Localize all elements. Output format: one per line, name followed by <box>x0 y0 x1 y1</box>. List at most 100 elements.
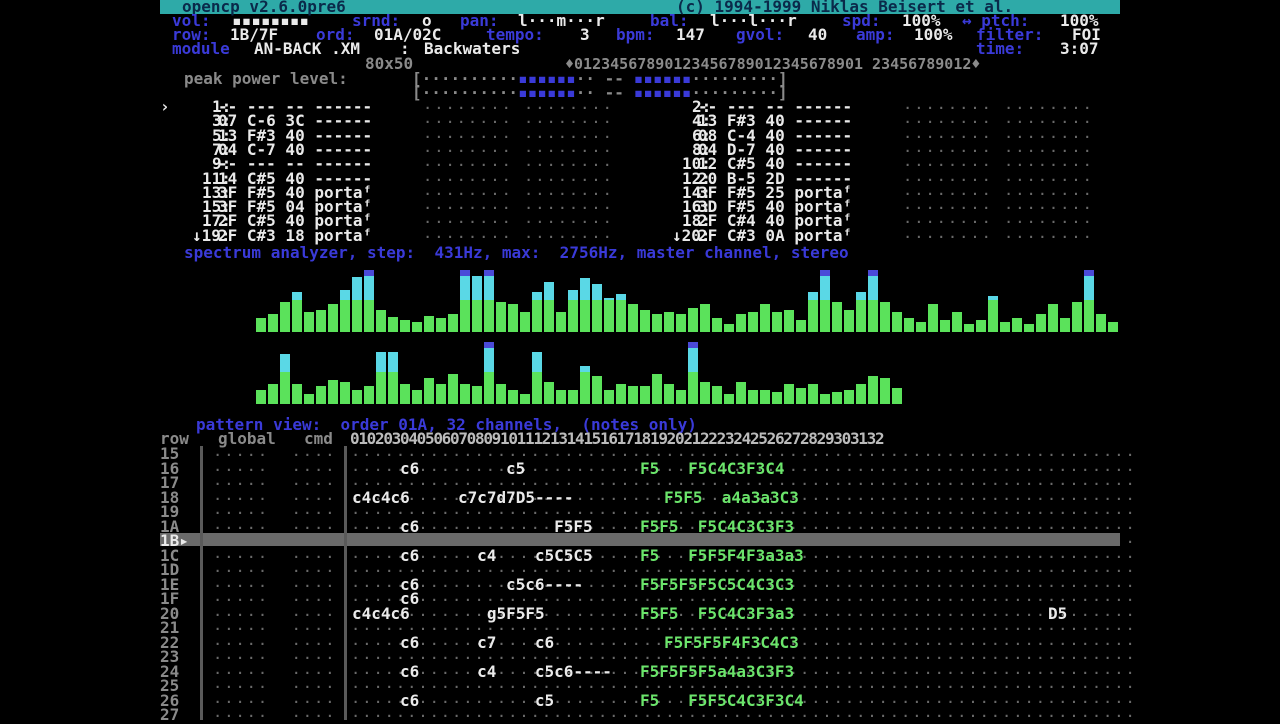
spectrum-bar <box>676 332 686 404</box>
spectrum-bar <box>364 332 374 404</box>
spectrum-bar <box>820 332 830 404</box>
global-dots: ····· ···· <box>214 564 338 578</box>
spectrum-bar <box>976 262 986 332</box>
spectrum-bar <box>892 262 902 332</box>
channel-peak-dots: ········ ········ <box>424 101 615 115</box>
spectrum-bar <box>376 262 386 332</box>
spectrum-bar <box>652 262 662 332</box>
spectrum-bar <box>688 262 698 332</box>
spectrum-bar <box>268 332 278 404</box>
spectrum-bar <box>760 332 770 404</box>
spectrum-bar <box>400 332 410 404</box>
amp-label: amp: <box>856 25 895 44</box>
channel-cursor-icon: › <box>160 97 170 116</box>
pattern-notes-white: c4c4c6 c7c7d7D5---- <box>352 487 574 507</box>
spectrum-bar <box>352 332 362 404</box>
channel-peak-dots: ········ ········ <box>904 143 1095 158</box>
spectrum-bar <box>496 262 506 332</box>
spectrum-bar <box>616 262 626 332</box>
spectrum-bar <box>388 332 398 404</box>
spectrum-right <box>250 332 1030 404</box>
channel-peak-dots: ········ ········ <box>424 201 615 216</box>
spectrum-bar <box>592 262 602 332</box>
divider <box>200 446 203 720</box>
pattern-notes-white: c6 c7 c6 <box>400 632 555 652</box>
spectrum-bar <box>724 262 734 332</box>
spectrum-bar <box>568 332 578 404</box>
spectrum-bar <box>436 262 446 332</box>
time-value: 3:07 <box>1060 39 1099 58</box>
global-dots: ····· ···· <box>214 477 338 491</box>
spectrum-bar <box>760 262 770 332</box>
divider <box>344 446 347 720</box>
channel-peak-dots: ········ ········ <box>904 172 1095 187</box>
pattern-header-cmd: cmd <box>304 429 333 448</box>
global-dots: ····· ···· <box>214 651 338 665</box>
spectrum-bar <box>712 332 722 404</box>
channel-status[interactable]: 2F C#3 0A portaᶠ <box>698 227 852 243</box>
spectrum-bar <box>508 332 518 404</box>
spectrum-bar <box>568 262 578 332</box>
spectrum-bar <box>472 332 482 404</box>
spectrum-bar <box>880 262 890 332</box>
spectrum-bar <box>640 332 650 404</box>
spectrum-bar <box>784 262 794 332</box>
pattern-notes-green: F5F5 F5C4C3F3a3 <box>640 603 795 623</box>
spectrum-bar <box>808 262 818 332</box>
spectrum-bar <box>448 332 458 404</box>
spectrum-bar <box>868 332 878 404</box>
spectrum-bar <box>844 262 854 332</box>
bpm-value: 147 <box>676 25 705 44</box>
spectrum-bar <box>676 262 686 332</box>
spectrum-bar <box>460 332 470 404</box>
pattern-note-extra: D5 <box>1048 603 1068 623</box>
spectrum-bar <box>1024 262 1034 332</box>
spectrum-bar <box>580 332 590 404</box>
pattern-header-global: global <box>218 429 276 448</box>
spectrum-bar <box>484 332 494 404</box>
global-dots: ····· ···· <box>214 680 338 694</box>
global-dots: ····· ···· <box>214 549 338 564</box>
amp-value: 100% <box>914 25 953 44</box>
module-label: module <box>172 39 230 58</box>
spectrum-bar <box>736 332 746 404</box>
spectrum-bar <box>544 262 554 332</box>
spectrum-bar <box>400 262 410 332</box>
spectrum-bar <box>280 332 290 404</box>
spectrum-bar <box>964 262 974 332</box>
spectrum-bar <box>640 262 650 332</box>
global-dots: ····· ···· <box>214 535 338 549</box>
spectrum-bar <box>1060 262 1070 332</box>
channel-status[interactable]: 2F C#3 18 portaᶠ <box>218 227 372 243</box>
spectrum-bar <box>808 332 818 404</box>
spectrum-bar <box>616 332 626 404</box>
spectrum-bar <box>748 262 758 332</box>
global-dots: ····· ···· <box>214 607 338 622</box>
channel-peak-dots: ········ ········ <box>904 158 1095 173</box>
spectrum-bar <box>772 262 782 332</box>
spectrum-bar <box>628 262 638 332</box>
spectrum-label: spectrum analyzer, step: 431Hz, max: 275… <box>184 243 849 262</box>
spectrum-bar <box>796 332 806 404</box>
spectrum-bar <box>256 262 266 332</box>
global-dots: ····· ···· <box>214 462 338 477</box>
spectrum-bar <box>868 262 878 332</box>
spectrum-bar <box>1072 262 1082 332</box>
spectrum-bar <box>952 262 962 332</box>
global-dots: ····· ···· <box>214 491 338 506</box>
spectrum-bar <box>556 262 566 332</box>
spectrum-bar <box>1000 262 1010 332</box>
spectrum-bar <box>424 262 434 332</box>
global-dots: ····· ···· <box>214 709 338 723</box>
spectrum-bar <box>340 262 350 332</box>
spectrum-bar <box>424 332 434 404</box>
channel-peak-dots: ········ ········ <box>904 115 1095 130</box>
global-dots: ····· ···· <box>214 520 338 535</box>
spectrum-bar <box>460 262 470 332</box>
pattern-notes-white: c6 c4 c5C5C5 <box>400 545 593 565</box>
spectrum-bar <box>496 332 506 404</box>
channel-peak-dots: ········ ········ <box>904 229 1095 244</box>
pattern-notes-green: F5 F5C4C3F3C4 <box>640 458 785 478</box>
spectrum-bar <box>856 332 866 404</box>
channel-peak-dots: ········ ········ <box>424 143 615 158</box>
